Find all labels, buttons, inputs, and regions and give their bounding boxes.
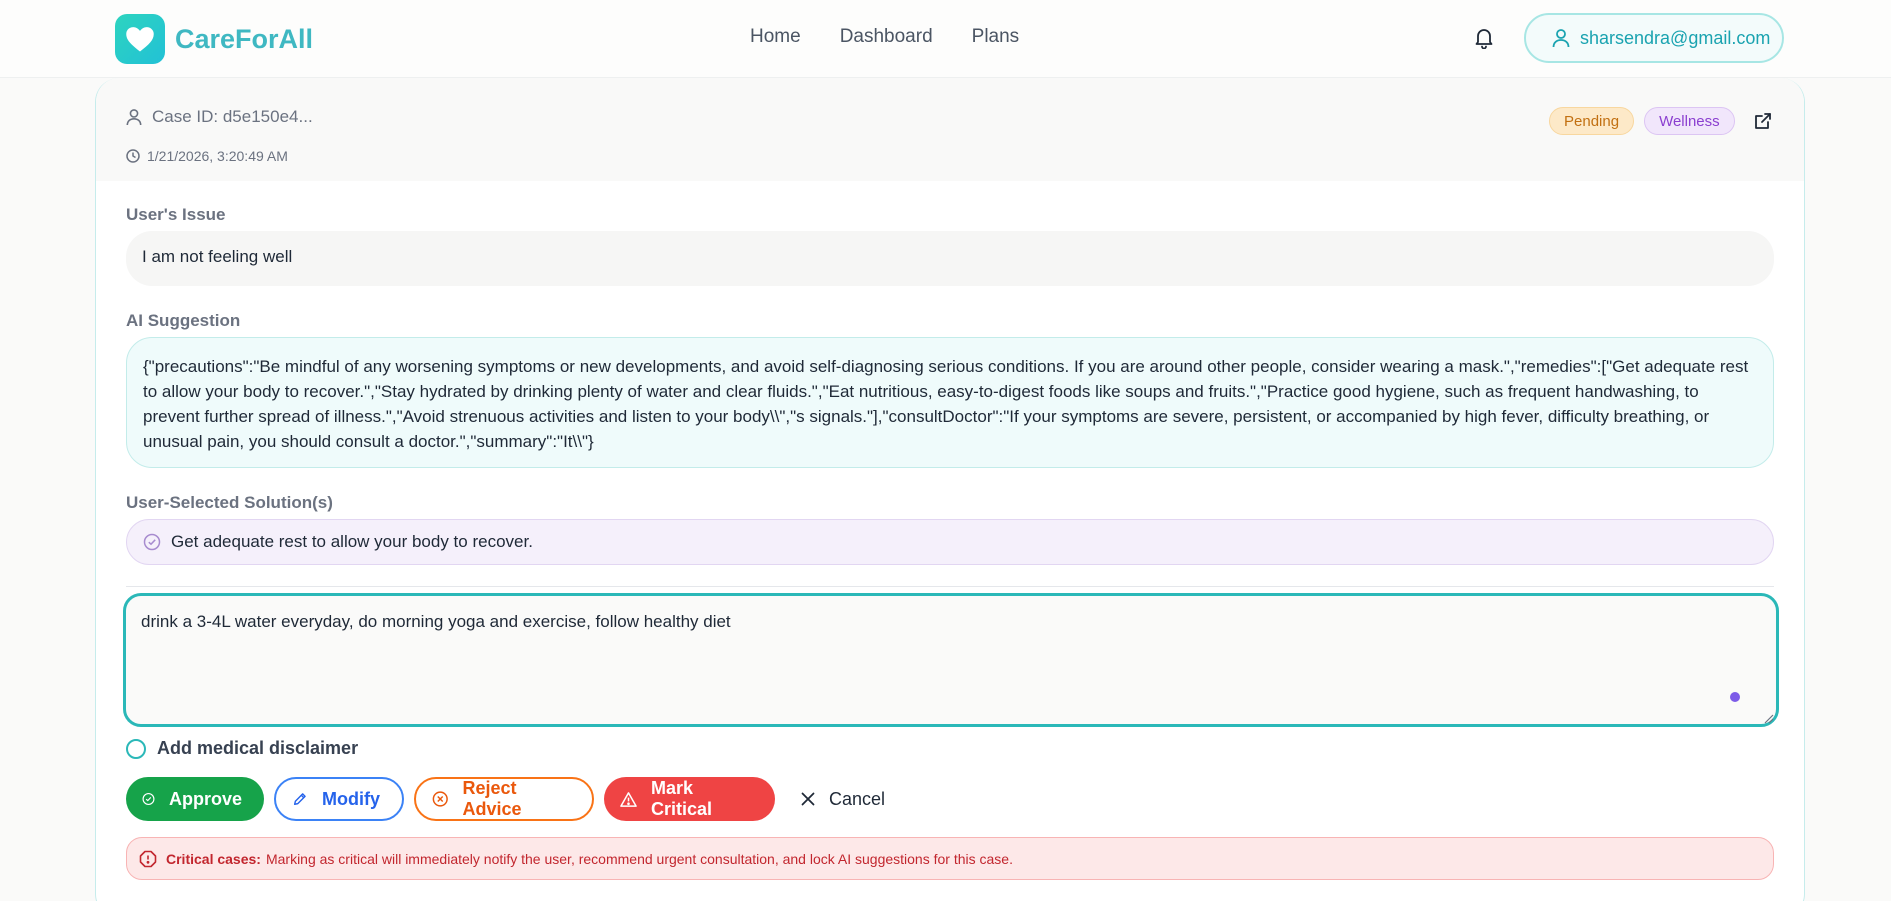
brand[interactable]: CareForAll <box>115 14 313 64</box>
reject-advice-label: Reject Advice <box>462 778 522 819</box>
grammar-indicator-dot <box>1730 692 1740 702</box>
case-timestamp: 1/21/2026, 3:20:49 AM <box>126 148 288 164</box>
navbar: CareForAll Home Dashboard Plans sharsend… <box>0 0 1891 78</box>
nav-links: Home Dashboard Plans <box>750 26 1058 48</box>
selected-solutions-label: User-Selected Solution(s) <box>126 493 333 512</box>
selected-solution-text: Get adequate rest to allow your body to … <box>171 532 533 551</box>
disclaimer-checkbox[interactable] <box>126 738 146 759</box>
modify-label: Modify <box>322 788 380 809</box>
cancel-label: Cancel <box>829 788 886 809</box>
action-buttons: Approve Modify Reject Advice Mark Critic… <box>126 777 917 821</box>
x-circle-icon <box>432 791 448 807</box>
nav-link-dashboard[interactable]: Dashboard <box>840 26 933 48</box>
check-circle-icon <box>143 533 161 551</box>
case-id: Case ID: d5e150e4... <box>126 107 313 127</box>
alert-title: Critical cases: <box>166 850 261 867</box>
close-icon <box>801 792 815 806</box>
bell-icon[interactable] <box>1474 27 1494 50</box>
cancel-button[interactable]: Cancel <box>785 777 907 821</box>
nav-link-plans[interactable]: Plans <box>972 26 1020 48</box>
brand-name: CareForAll <box>175 23 314 54</box>
approve-button[interactable]: Approve <box>126 777 264 821</box>
resize-handle-icon[interactable] <box>1762 711 1774 724</box>
user-icon <box>1552 29 1570 48</box>
user-menu-button[interactable]: sharsendra@gmail.com <box>1524 13 1784 63</box>
ai-suggestion-label: AI Suggestion <box>126 311 241 330</box>
alert-text: Marking as critical will immediately not… <box>265 850 1013 867</box>
modify-button[interactable]: Modify <box>274 777 404 821</box>
issue-text: I am not feeling well <box>126 231 1774 286</box>
external-link-icon[interactable] <box>1753 111 1773 131</box>
selected-solution-item: Get adequate rest to allow your body to … <box>126 519 1774 565</box>
pencil-icon <box>293 793 306 806</box>
case-card: Case ID: d5e150e4... 1/21/2026, 3:20:49 … <box>95 78 1805 901</box>
approve-label: Approve <box>168 788 242 809</box>
case-timestamp-text: 1/21/2026, 3:20:49 AM <box>147 148 288 164</box>
critical-cases-alert: Critical cases: Marking as critical will… <box>126 837 1774 880</box>
alert-icon <box>139 850 157 867</box>
heart-icon <box>115 14 165 64</box>
case-header: Case ID: d5e150e4... 1/21/2026, 3:20:49 … <box>96 78 1804 181</box>
disclaimer-label: Add medical disclaimer <box>157 738 359 758</box>
divider <box>126 586 1774 587</box>
clock-icon <box>126 149 140 163</box>
doctor-response-input[interactable]: drink a 3-4L water everyday, do morning … <box>123 593 1779 727</box>
medical-disclaimer-toggle[interactable]: Add medical disclaimer <box>126 738 358 759</box>
warning-triangle-icon <box>620 791 637 807</box>
mark-critical-button[interactable]: Mark Critical <box>604 777 775 821</box>
mark-critical-label: Mark Critical <box>651 778 713 819</box>
issue-label: User's Issue <box>126 205 226 224</box>
nav-link-home[interactable]: Home <box>750 26 801 48</box>
check-circle-icon <box>142 793 155 805</box>
case-badges: Pending Wellness <box>1549 107 1773 135</box>
case-id-label: Case ID: d5e150e4... <box>152 107 313 126</box>
ai-suggestion-text: {"precautions":"Be mindful of any worsen… <box>126 337 1774 468</box>
user-email: sharsendra@gmail.com <box>1580 27 1771 48</box>
status-badge: Pending <box>1549 107 1635 135</box>
reject-advice-button[interactable]: Reject Advice <box>414 777 594 821</box>
category-badge: Wellness <box>1644 107 1735 135</box>
user-icon <box>126 109 142 126</box>
